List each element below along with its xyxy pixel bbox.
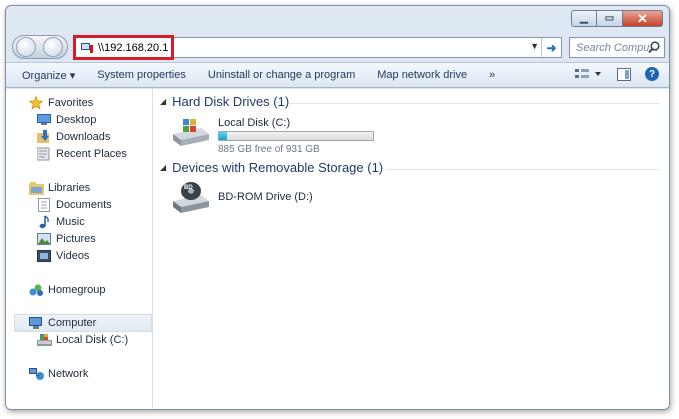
recent-places-icon [36,147,52,161]
bd-rom-tile[interactable]: BD BD-ROM Drive (D:) [154,179,384,219]
go-arrow-icon[interactable]: ➜ [541,38,561,57]
sidebar-item-label: Pictures [56,233,96,245]
search-placeholder: Search Compu... [576,41,659,54]
local-disk-free-space: 885 GB free of 931 GB [218,144,320,155]
group-divider [386,169,659,170]
content-area: Favorites Desktop Downloads Recent Place… [6,89,669,409]
map-network-drive-button[interactable]: Map network drive [366,69,478,81]
group-divider [289,103,659,104]
sidebar-item-label: Network [48,368,89,380]
sidebar-item-desktop[interactable]: Desktop [36,112,96,128]
sidebar-item-recent-places[interactable]: Recent Places [36,146,127,162]
libraries-icon [28,181,44,195]
search-input[interactable]: Search Compu... [569,37,665,58]
sidebar-item-label: Local Disk (C:) [56,334,129,346]
sidebar-item-label: Desktop [56,114,97,126]
sidebar-item-favorites[interactable]: Favorites [28,95,93,111]
preview-pane-icon[interactable] [617,67,631,81]
sidebar-item-label: Music [56,216,85,228]
forward-button[interactable] [43,37,63,57]
pictures-icon [36,232,52,246]
search-icon[interactable] [648,41,660,54]
sidebar-item-label: Downloads [56,131,111,143]
sidebar-item-pictures[interactable]: Pictures [36,231,96,247]
sidebar-item-label: Recent Places [56,148,127,160]
sidebar-item-label: Videos [56,250,90,262]
sidebar-item-label: Computer [48,317,97,329]
command-bar: Organize ▾ System properties Uninstall o… [6,62,669,88]
sidebar-item-label: Libraries [48,182,91,194]
removable-storage-header[interactable]: ◢ Devices with Removable Storage (1) [160,160,383,175]
videos-icon [36,249,52,263]
change-view-icon[interactable] [575,68,603,80]
group-header-label: Hard Disk Drives (1) [172,94,290,109]
uninstall-program-button[interactable]: Uninstall or change a program [197,69,366,81]
close-button[interactable]: ✕ [623,10,663,27]
local-disk-drive-icon [173,119,209,146]
svg-text:BD: BD [184,185,193,191]
sidebar-item-network[interactable]: Network [28,366,88,382]
minimize-button[interactable]: ▁ [571,10,597,27]
sidebar-item-downloads[interactable]: Downloads [36,129,110,145]
local-disk-name: Local Disk (C:) [218,117,291,129]
system-properties-button[interactable]: System properties [86,69,197,81]
music-icon [36,215,52,229]
sidebar-item-label: Homegroup [48,284,106,296]
downloads-icon [36,130,52,144]
address-highlight-box [73,35,174,60]
sidebar-item-music[interactable]: Music [36,214,85,230]
address-dropdown-icon[interactable]: ▼ [530,41,539,51]
back-button[interactable] [16,37,36,57]
collapse-triangle-icon[interactable]: ◢ [160,97,166,106]
navigation-row: \\192.168.20.1 ▼ ➜ Search Compu... [6,33,669,61]
main-pane: ◢ Hard Disk Drives (1) Local Disk (C:) 8… [154,89,669,409]
help-icon[interactable]: ? [645,67,659,81]
nav-buttons [12,35,68,59]
address-bar[interactable]: \\192.168.20.1 ▼ ➜ [73,35,562,60]
computer-icon [28,316,44,330]
organize-button[interactable]: Organize ▾ [6,69,86,82]
explorer-window: ▁ ▭ ✕ \\192.168.20.1 ▼ ➜ Search Compu... [5,5,670,410]
sidebar-item-documents[interactable]: Documents [36,197,112,213]
navigation-pane: Favorites Desktop Downloads Recent Place… [6,89,153,409]
group-header-label: Devices with Removable Storage (1) [172,160,384,175]
local-disk-icon [36,333,52,347]
bd-rom-drive-icon: BD [173,182,209,213]
sidebar-item-computer[interactable]: Computer [14,314,152,332]
sidebar-item-libraries[interactable]: Libraries [28,180,90,196]
local-disk-tile[interactable]: Local Disk (C:) 885 GB free of 931 GB [154,111,384,157]
more-commands-button[interactable]: » [478,69,506,81]
sidebar-item-local-disk[interactable]: Local Disk (C:) [36,332,128,348]
sidebar-item-label: Documents [56,199,112,211]
star-icon [28,96,44,110]
caption-buttons: ▁ ▭ ✕ [571,10,663,27]
sidebar-item-label: Favorites [48,97,94,109]
desktop-icon [36,113,52,127]
bd-rom-drive-name: BD-ROM Drive (D:) [218,191,313,203]
collapse-triangle-icon[interactable]: ◢ [160,163,166,172]
network-icon [28,367,44,381]
documents-icon [36,198,52,212]
disk-usage-fill [219,132,227,140]
hard-disk-drives-header[interactable]: ◢ Hard Disk Drives (1) [160,94,289,109]
maximize-button[interactable]: ▭ [597,10,623,27]
sidebar-item-videos[interactable]: Videos [36,248,89,264]
disk-usage-bar [218,131,374,141]
view-controls: ? [575,67,659,81]
homegroup-icon [28,283,44,297]
sidebar-item-homegroup[interactable]: Homegroup [28,282,105,298]
